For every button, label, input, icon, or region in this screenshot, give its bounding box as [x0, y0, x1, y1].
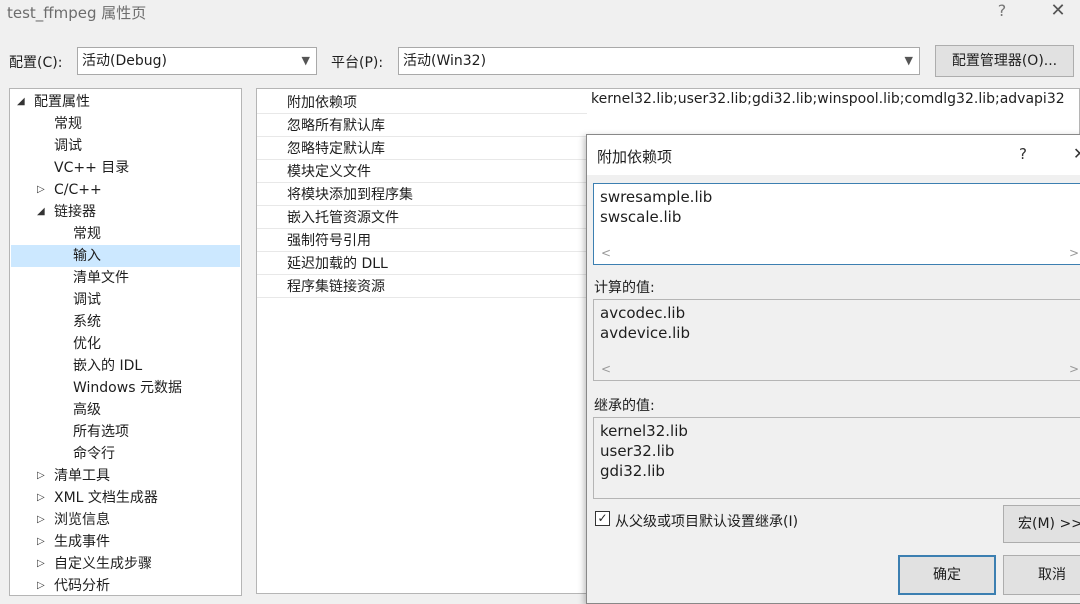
property-row[interactable]: 程序集链接资源: [257, 274, 587, 298]
scroll-left-icon[interactable]: <: [601, 246, 611, 260]
tree-item-config-properties[interactable]: ◢ 配置属性: [10, 91, 240, 113]
tree-item-custom-build[interactable]: ▷ 自定义生成步骤: [10, 553, 240, 575]
property-row[interactable]: 强制符号引用: [257, 228, 587, 252]
property-row[interactable]: 忽略特定默认库: [257, 136, 587, 160]
scroll-right-icon[interactable]: >: [1069, 362, 1079, 376]
tree-item-debugging[interactable]: 调试: [54, 135, 82, 157]
additional-deps-dialog: 附加依赖项 ? ✕ swresample.lib swscale.lib < >…: [586, 134, 1080, 604]
macro-button[interactable]: 宏(M) >>: [1003, 505, 1080, 543]
tree-item-linker[interactable]: ◢ 链接器: [10, 201, 240, 223]
tree-item-vc-directories[interactable]: VC++ 目录: [54, 157, 129, 179]
platform-value: 活动(Win32): [403, 53, 487, 69]
property-row[interactable]: 附加依赖项: [257, 90, 587, 114]
property-value[interactable]: kernel32.lib;user32.lib;gdi32.lib;winspo…: [591, 91, 1065, 107]
platform-dropdown[interactable]: 活动(Win32) ▼: [398, 47, 920, 75]
property-row[interactable]: 模块定义文件: [257, 159, 587, 183]
computed-line: avdevice.lib: [600, 324, 690, 342]
dialog-title: 附加依赖项: [597, 148, 673, 166]
computed-values-label: 计算的值:: [594, 280, 655, 296]
edit-line: swscale.lib: [600, 208, 682, 226]
help-icon[interactable]: ?: [992, 0, 1012, 22]
collapsed-icon[interactable]: ▷: [37, 465, 45, 487]
deps-edit-box[interactable]: swresample.lib swscale.lib < >: [593, 183, 1080, 265]
inherited-values-box: kernel32.lib user32.lib gdi32.lib: [593, 417, 1080, 499]
computed-values-box: avcodec.lib avdevice.lib < >: [593, 299, 1080, 381]
tree-item-linker-debugging[interactable]: 调试: [73, 289, 101, 311]
inherited-line: kernel32.lib: [600, 422, 688, 440]
tree-item-cpp[interactable]: ▷ C/C++: [10, 179, 240, 201]
collapsed-icon[interactable]: ▷: [37, 531, 45, 553]
inherited-values-label: 继承的值:: [594, 398, 655, 414]
tree-item-embedded-idl[interactable]: 嵌入的 IDL: [73, 355, 142, 377]
expanded-icon[interactable]: ◢: [37, 201, 45, 223]
property-row[interactable]: 将模块添加到程序集: [257, 182, 587, 206]
ok-button[interactable]: 确定: [898, 555, 996, 595]
scroll-right-icon[interactable]: >: [1069, 246, 1079, 260]
tree-item-general[interactable]: 常规: [54, 113, 82, 135]
horizontal-scrollbar[interactable]: < >: [595, 246, 1080, 263]
config-label: 配置(C):: [9, 55, 63, 71]
edit-line: swresample.lib: [600, 188, 713, 206]
collapsed-icon[interactable]: ▷: [37, 487, 45, 509]
config-manager-button[interactable]: 配置管理器(O)...: [935, 45, 1074, 77]
tree-item-windows-metadata[interactable]: Windows 元数据: [73, 377, 182, 399]
inherit-checkbox-label[interactable]: 从父级或项目默认设置继承(I): [615, 511, 798, 531]
config-value: 活动(Debug): [82, 53, 167, 69]
cancel-button[interactable]: 取消: [1003, 555, 1080, 595]
window-title: test_ffmpeg 属性页: [7, 4, 147, 22]
collapsed-icon[interactable]: ▷: [37, 575, 45, 595]
tree-item-browse-info[interactable]: ▷ 浏览信息: [10, 509, 240, 531]
config-dropdown[interactable]: 活动(Debug) ▼: [77, 47, 317, 75]
collapsed-icon[interactable]: ▷: [37, 509, 45, 531]
tree-item-build-events[interactable]: ▷ 生成事件: [10, 531, 240, 553]
property-row[interactable]: 延迟加载的 DLL: [257, 251, 587, 275]
help-icon[interactable]: ?: [1019, 145, 1027, 163]
tree-item-linker-general[interactable]: 常规: [73, 223, 101, 245]
horizontal-scrollbar[interactable]: < >: [595, 362, 1080, 379]
inherited-line: user32.lib: [600, 442, 675, 460]
dialog-titlebar: 附加依赖项 ? ✕: [587, 135, 1080, 175]
tree-item-manifest-file[interactable]: 清单文件: [73, 267, 129, 289]
tree-item-command-line[interactable]: 命令行: [73, 443, 115, 465]
platform-label: 平台(P):: [331, 55, 384, 71]
tree-item-all-options[interactable]: 所有选项: [73, 421, 129, 443]
inherited-line: gdi32.lib: [600, 462, 665, 480]
scroll-left-icon[interactable]: <: [601, 362, 611, 376]
inherit-checkbox[interactable]: ✓: [595, 511, 610, 526]
property-tree[interactable]: ◢ 配置属性 常规 调试 VC++ 目录 ▷ C/C++ ◢ 链接器 常规 输入…: [9, 88, 242, 596]
collapsed-icon[interactable]: ▷: [37, 553, 45, 575]
tree-item-manifest-tool[interactable]: ▷ 清单工具: [10, 465, 240, 487]
tree-item-linker-input[interactable]: 输入: [11, 245, 240, 267]
tree-item-code-analysis[interactable]: ▷ 代码分析: [10, 575, 240, 595]
chevron-down-icon: ▼: [904, 54, 913, 67]
property-row[interactable]: 嵌入托管资源文件: [257, 205, 587, 229]
tree-item-optimization[interactable]: 优化: [73, 333, 101, 355]
tree-item-advanced[interactable]: 高级: [73, 399, 101, 421]
collapsed-icon[interactable]: ▷: [37, 179, 45, 201]
tree-item-xml-doc[interactable]: ▷ XML 文档生成器: [10, 487, 240, 509]
close-icon[interactable]: ✕: [1046, 0, 1070, 22]
chevron-down-icon: ▼: [301, 54, 310, 67]
tree-item-system[interactable]: 系统: [73, 311, 101, 333]
computed-line: avcodec.lib: [600, 304, 686, 322]
expanded-icon[interactable]: ◢: [17, 91, 25, 113]
property-row[interactable]: 忽略所有默认库: [257, 113, 587, 137]
close-icon[interactable]: ✕: [1073, 144, 1080, 163]
